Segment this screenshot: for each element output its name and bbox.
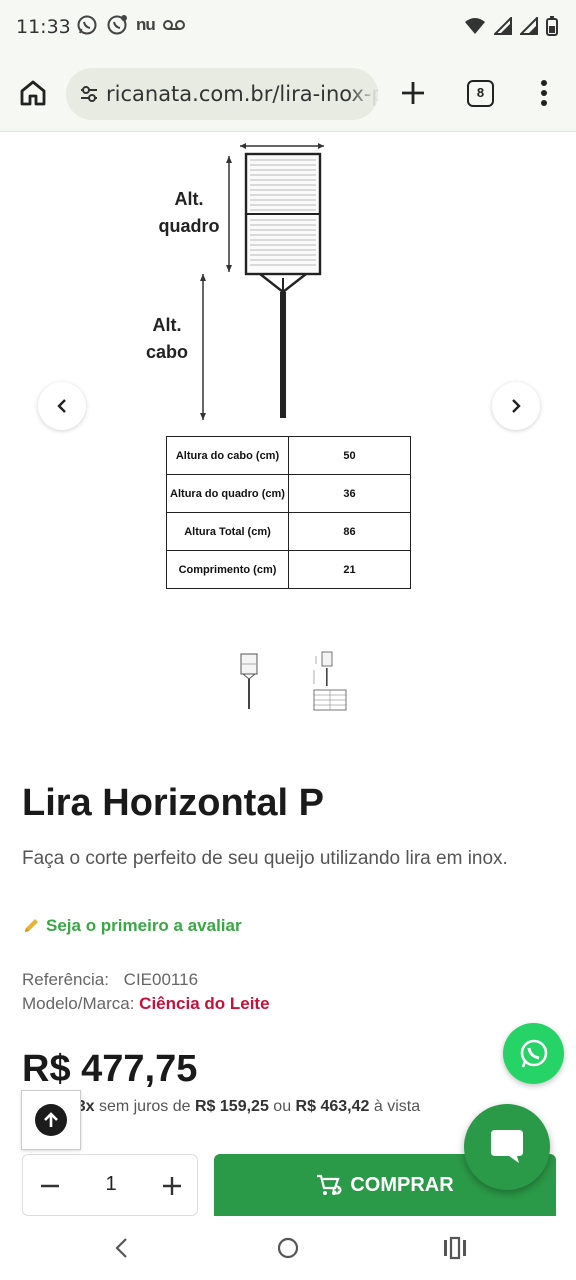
whatsapp-button[interactable] [503,1023,564,1084]
frame-height-label: Alt. quadro [150,186,228,240]
quantity-input[interactable]: 1 [83,1173,139,1196]
wifi-icon [465,18,485,34]
installments-info: ou 3x sem juros de R$ 159,25 ou R$ 463,4… [22,1098,420,1116]
spec-label: Altura do quadro (cm) [166,474,289,513]
frame-label-line-1: Alt. [174,189,204,209]
plus-icon[interactable] [157,1171,187,1201]
tab-switcher-button[interactable]: 8 [467,80,494,107]
installment-value: R$ 159,25 [195,1098,269,1115]
chevron-left-icon [57,399,66,413]
quantity-stepper: 1 [22,1154,198,1216]
signal-icon [520,17,538,35]
back-icon[interactable] [110,1236,134,1260]
home-circle-icon[interactable] [276,1236,300,1260]
whatsapp-business-icon [107,15,127,35]
new-tab-icon[interactable] [398,78,428,108]
spec-table: Altura do cabo (cm) 50 Altura do quadro (… [166,436,411,589]
product-thumbnail[interactable] [222,648,278,714]
cash-value: R$ 463,42 [295,1098,370,1115]
nubank-icon: nu [136,15,156,34]
product-description: Faça o corte perfeito de seu queijo util… [22,848,508,869]
pencil-icon [25,919,38,932]
table-row: Altura do cabo (cm) 50 [166,436,411,475]
more-options-icon[interactable] [534,78,554,108]
carousel-prev-button[interactable] [38,382,86,430]
installments-or: ou [273,1098,292,1115]
spec-label: Comprimento (cm) [166,550,289,589]
whatsapp-icon [520,1039,547,1067]
recent-apps-icon[interactable] [442,1236,468,1260]
product-thumbnail[interactable] [302,648,358,714]
voicemail-icon [162,20,185,30]
status-bar: 11:33 nu [0,0,576,56]
reference-value: CIE00116 [123,970,199,989]
site-settings-icon[interactable] [78,83,100,105]
scroll-to-top-button[interactable] [21,1090,81,1150]
carousel-next-button[interactable] [492,382,540,430]
browser-toolbar: ricanata.com.br/lira-inox-p 8 [0,56,576,132]
arrow-up-icon [35,1104,67,1136]
reference-row: Referência: CIE00116 [22,970,198,990]
handle-height-label: Alt. cabo [136,312,198,366]
chat-bubble-icon [491,1130,523,1163]
table-row: Altura Total (cm) 86 [166,512,411,551]
whatsapp-icon [77,15,97,35]
home-icon[interactable] [18,78,48,108]
url-fade [348,68,378,120]
spec-value: 21 [288,550,411,589]
spec-value: 36 [288,474,411,513]
product-price: R$ 477,75 [22,1048,198,1090]
system-icons [464,16,558,36]
spec-value: 86 [288,512,411,551]
thumbnail-image [240,653,258,709]
brand-label: Modelo/Marca: [22,994,135,1013]
spec-label: Altura Total (cm) [166,512,289,551]
cart-add-icon [317,1174,342,1195]
brand-link[interactable]: Ciência do Leite [139,994,269,1013]
table-row: Comprimento (cm) 21 [166,550,411,589]
buy-label: COMPRAR [350,1173,454,1196]
product-diagram [200,143,324,420]
status-time: 11:33 [16,16,71,38]
handle-label-line-1: Alt. [152,315,182,335]
table-row: Altura do quadro (cm) 36 [166,474,411,513]
spec-value: 50 [288,436,411,475]
rating-link[interactable]: Seja o primeiro a avaliar [22,916,242,936]
notification-icons: nu [76,14,185,36]
frame-label-line-2: quadro [158,216,220,236]
handle-label-line-2: cabo [145,342,188,362]
chat-button[interactable] [464,1104,550,1190]
rating-cta[interactable]: Seja o primeiro a avaliar [46,916,242,936]
reference-label: Referência: [22,970,109,989]
product-title: Lira Horizontal P [22,782,324,824]
spec-label: Altura do cabo (cm) [166,436,289,475]
chevron-right-icon [512,399,521,413]
battery-icon [546,16,558,36]
signal-icon [494,17,512,35]
thumbnail-image [313,651,347,711]
url-text: ricanata.com.br/lira-inox-p [106,82,378,106]
system-nav-bar [0,1216,576,1280]
brand-row: Modelo/Marca: Ciência do Leite [22,994,270,1014]
minus-icon[interactable] [35,1171,65,1201]
address-bar[interactable]: ricanata.com.br/lira-inox-p [66,68,378,120]
installments-suffix: à vista [373,1098,421,1115]
installments-middle: sem juros de [98,1098,191,1115]
